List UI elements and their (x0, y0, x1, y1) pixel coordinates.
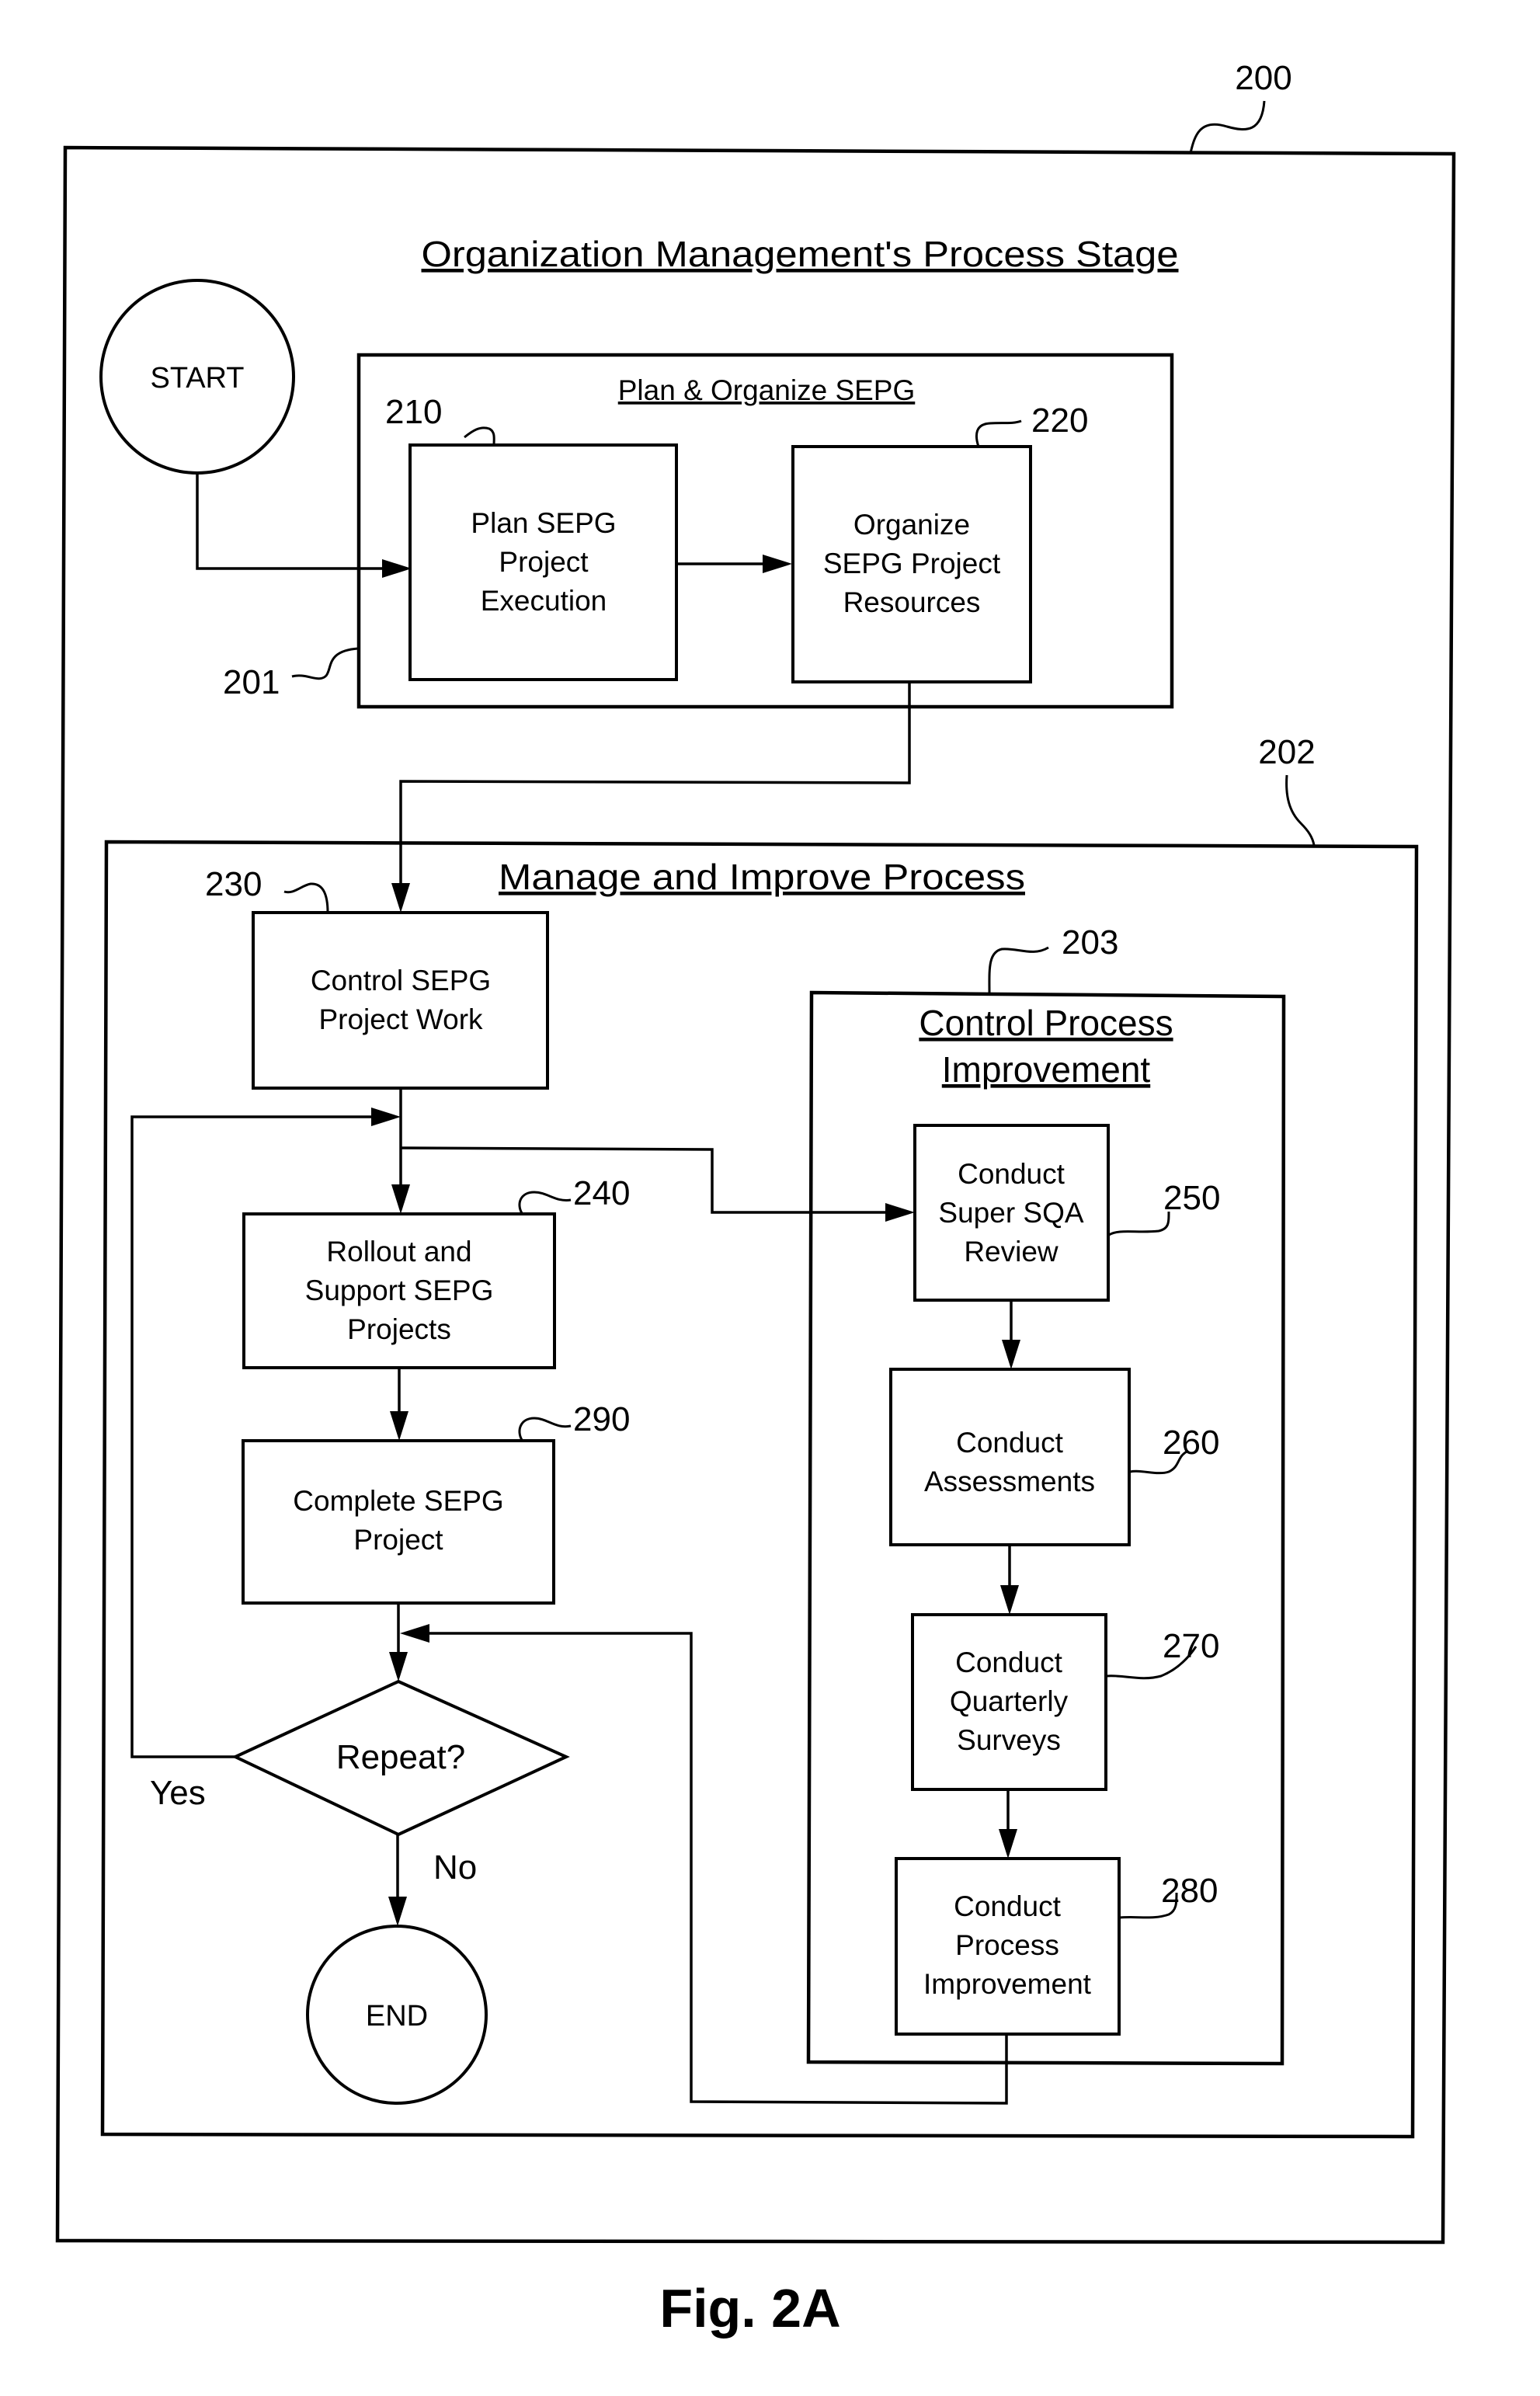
arrowhead-icon (389, 1652, 408, 1681)
ref-210-label: 210 (385, 393, 442, 431)
arrowhead-icon (390, 1411, 408, 1441)
start-label: START (150, 362, 244, 395)
no-label: No (433, 1848, 477, 1887)
arrowhead-icon (1002, 1340, 1020, 1369)
connector-start-to-210 (196, 473, 396, 570)
arrowhead-icon (391, 1184, 410, 1214)
step-260-line-1: Conduct (956, 1427, 1064, 1459)
arrowhead-icon (371, 1108, 401, 1126)
arrowhead-icon (391, 883, 410, 913)
step-220-line-1: Organize (853, 509, 970, 541)
step-240-rollout-support[interactable]: Rollout and Support SEPG Projects (242, 1212, 556, 1369)
ref-201-label: 201 (223, 663, 280, 701)
step-230-line-2: Project Work (318, 1003, 483, 1035)
end-label: END (366, 2000, 428, 2033)
ref-270-label: 270 (1163, 1627, 1219, 1665)
step-220-organize-sepg-resources[interactable]: Organize SEPG Project Resources (791, 445, 1032, 683)
step-230-control-sepg-work[interactable]: Control SEPG Project Work (252, 911, 549, 1090)
ref-202-label: 202 (1258, 733, 1315, 771)
arrowhead-icon (1000, 1585, 1019, 1615)
step-250-line-3: Review (964, 1236, 1059, 1268)
manage-improve-title: Manage and Improve Process (499, 857, 1025, 897)
figure-caption: Fig. 2A (659, 2278, 840, 2339)
step-240-line-3: Projects (347, 1313, 451, 1345)
ref-250-leader (1108, 1211, 1170, 1236)
arrowhead-icon (382, 559, 412, 578)
ref-260-label: 260 (1163, 1424, 1219, 1462)
ref-290-leader (518, 1417, 572, 1441)
end-terminal: END (306, 1925, 488, 2105)
step-270-quarterly-surveys[interactable]: Conduct Quarterly Surveys (911, 1613, 1107, 1791)
step-210-line-2: Project (499, 546, 589, 578)
arrowhead-icon (388, 1897, 407, 1926)
ref-203-label: 203 (1062, 923, 1118, 962)
control-improvement-title-line-1: Control Process (919, 1003, 1173, 1043)
step-270-line-1: Conduct (955, 1647, 1063, 1678)
step-270-line-3: Surveys (957, 1724, 1061, 1756)
ref-210-leader (464, 426, 495, 446)
start-terminal: START (99, 279, 295, 475)
flowchart-diagram: 200 Organization Management's Process St… (55, 59, 1456, 2339)
connector-230-to-250 (400, 1146, 899, 1214)
step-290-complete-project[interactable]: Complete SEPG Project (242, 1439, 555, 1605)
step-210-plan-sepg-execution[interactable]: Plan SEPG Project Execution (408, 443, 678, 681)
step-240-line-1: Rollout and (326, 1236, 471, 1268)
arrowhead-icon (885, 1203, 915, 1222)
step-220-line-2: SEPG Project (823, 548, 1001, 579)
ref-280-label: 280 (1161, 1872, 1218, 1910)
step-210-line-3: Execution (481, 585, 607, 617)
step-230-line-1: Control SEPG (311, 965, 491, 996)
ref-220-label: 220 (1031, 402, 1088, 440)
control-improvement-title-line-2: Improvement (942, 1049, 1151, 1090)
decision-label: Repeat? (336, 1738, 465, 1776)
step-250-line-1: Conduct (958, 1158, 1065, 1190)
step-280-line-2: Process (955, 1929, 1059, 1961)
ref-290-label: 290 (573, 1400, 630, 1438)
decision-repeat[interactable]: Repeat? (231, 1679, 570, 1837)
stage-title: Organization Management's Process Stage (422, 234, 1179, 274)
ref-203-leader (988, 946, 1049, 993)
arrowhead-icon (999, 1829, 1017, 1859)
arrowhead-icon (400, 1624, 429, 1643)
step-240-line-2: Support SEPG (305, 1275, 494, 1306)
ref-200-leader (1189, 100, 1266, 154)
plan-organize-title: Plan & Organize SEPG (618, 374, 916, 406)
step-280-line-1: Conduct (954, 1890, 1062, 1922)
step-260-line-2: Assessments (924, 1466, 1095, 1497)
step-270-line-2: Quarterly (950, 1685, 1069, 1717)
step-290-line-1: Complete SEPG (293, 1485, 503, 1517)
ref-201-leader (291, 647, 359, 680)
ref-230-label: 230 (205, 865, 262, 903)
step-250-line-2: Super SQA (938, 1197, 1083, 1229)
yes-label: Yes (150, 1774, 206, 1812)
step-290-line-2: Project (353, 1524, 443, 1556)
ref-240-leader (518, 1191, 572, 1214)
ref-200-label: 200 (1235, 59, 1291, 97)
step-220-line-3: Resources (843, 586, 981, 618)
step-280-line-3: Improvement (923, 1968, 1092, 2000)
ref-220-leader (975, 419, 1022, 447)
step-260-assessments[interactable]: Conduct Assessments (889, 1368, 1131, 1546)
ref-202-leader (1285, 774, 1316, 846)
ref-250-label: 250 (1163, 1179, 1220, 1217)
step-210-line-1: Plan SEPG (471, 507, 616, 539)
ref-230-leader (283, 882, 329, 913)
outer-stage-frame (55, 145, 1456, 2245)
arrowhead-icon (763, 555, 792, 573)
ref-240-label: 240 (573, 1174, 630, 1212)
step-250-super-sqa-review[interactable]: Conduct Super SQA Review (913, 1124, 1110, 1302)
step-280-process-improvement[interactable]: Conduct Process Improvement (895, 1857, 1121, 2036)
